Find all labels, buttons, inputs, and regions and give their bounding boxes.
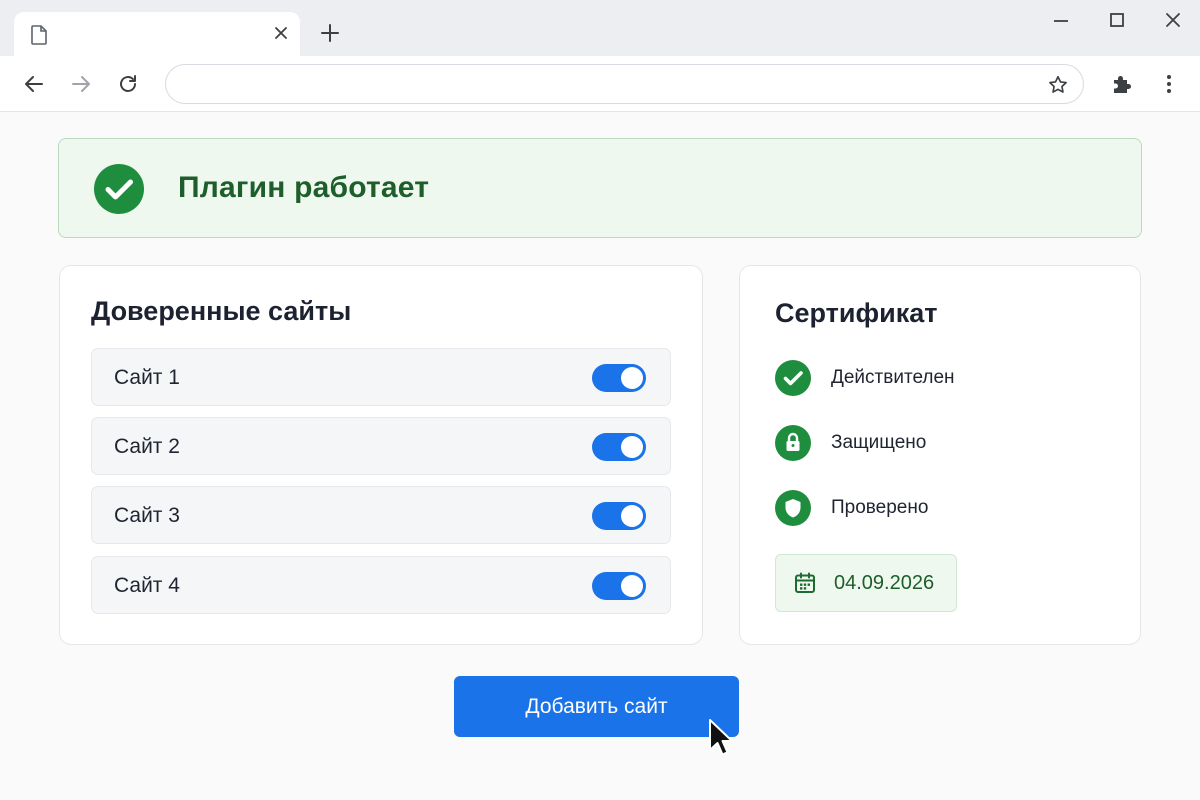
new-tab-plus-icon[interactable] (319, 22, 341, 49)
toggle-knob (621, 367, 643, 389)
back-arrow-icon[interactable] (22, 72, 46, 96)
certificate-card: Сертификат Действителен Защищено Провере… (739, 265, 1141, 645)
maximize-icon[interactable] (1106, 10, 1128, 32)
check-circle-icon (94, 164, 144, 219)
tab-strip (0, 0, 1200, 56)
site-label: Сайт 2 (114, 435, 180, 458)
cert-status-label: Проверено (831, 497, 929, 518)
shield-icon (775, 490, 811, 531)
certificate-title: Сертификат (775, 298, 938, 328)
check-circle-icon (775, 360, 811, 401)
tab-close-icon[interactable] (273, 25, 289, 46)
cert-status-valid: Действителен (775, 360, 1105, 396)
site-row-3: Сайт 3 (91, 486, 671, 544)
site-label: Сайт 1 (114, 366, 180, 389)
toggle-knob (621, 505, 643, 527)
address-input[interactable] (184, 73, 1024, 97)
browser-tab[interactable] (14, 12, 300, 56)
site-toggle-3[interactable] (592, 502, 646, 530)
plugin-status-text: Плагин работает (178, 171, 430, 204)
trusted-sites-title: Доверенные сайты (91, 296, 352, 326)
mouse-cursor-icon (708, 718, 734, 763)
site-label: Сайт 3 (114, 504, 180, 527)
add-site-button[interactable]: Добавить сайт (454, 676, 739, 737)
certificate-date: 04.09.2026 (834, 572, 935, 594)
more-vertical-icon[interactable] (1157, 72, 1181, 101)
window-close-icon[interactable] (1162, 10, 1184, 32)
site-toggle-2[interactable] (592, 433, 646, 461)
site-label: Сайт 4 (114, 574, 180, 597)
cert-status-label: Действителен (831, 367, 955, 388)
cert-status-verified: Проверено (775, 490, 1105, 526)
site-row-2: Сайт 2 (91, 417, 671, 475)
site-row-1: Сайт 1 (91, 348, 671, 406)
forward-arrow-icon[interactable] (69, 72, 93, 96)
cert-status-label: Защищено (831, 432, 927, 453)
reload-icon[interactable] (116, 72, 140, 96)
lock-icon (775, 425, 811, 466)
cert-status-protected: Защищено (775, 425, 1105, 461)
site-row-4: Сайт 4 (91, 556, 671, 614)
add-site-button-label: Добавить сайт (525, 695, 668, 718)
address-bar[interactable] (165, 64, 1084, 104)
extensions-puzzle-icon[interactable] (1110, 72, 1134, 101)
site-toggle-4[interactable] (592, 572, 646, 600)
bookmark-star-icon[interactable] (1047, 74, 1069, 101)
plugin-status-banner: Плагин работает (58, 138, 1142, 238)
page-icon (31, 25, 47, 50)
calendar-icon (793, 571, 817, 600)
trusted-sites-card: Доверенные сайты Сайт 1 Сайт 2 Сайт 3 Са… (59, 265, 703, 645)
toggle-knob (621, 436, 643, 458)
browser-toolbar (0, 56, 1200, 112)
certificate-date-badge: 04.09.2026 (775, 554, 957, 612)
toggle-knob (621, 575, 643, 597)
minimize-icon[interactable] (1050, 10, 1072, 32)
site-toggle-1[interactable] (592, 364, 646, 392)
